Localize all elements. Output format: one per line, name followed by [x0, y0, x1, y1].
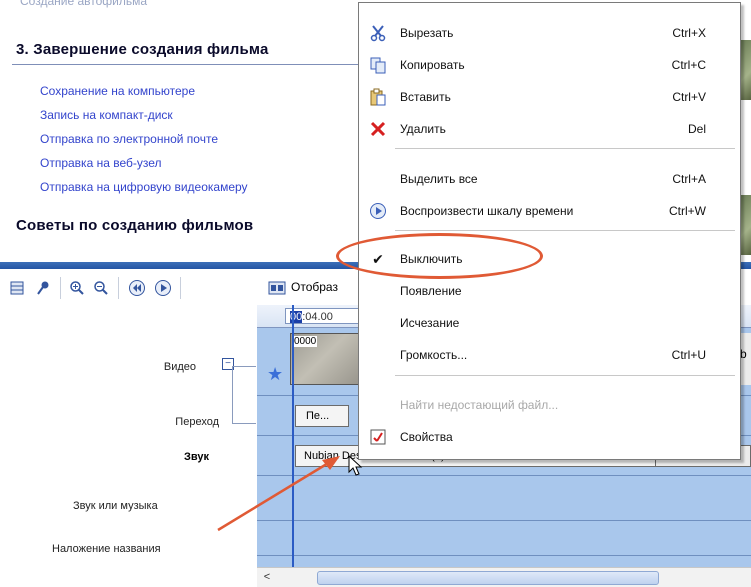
mouse-cursor-icon — [348, 455, 363, 476]
annotation-arrow — [217, 456, 340, 532]
